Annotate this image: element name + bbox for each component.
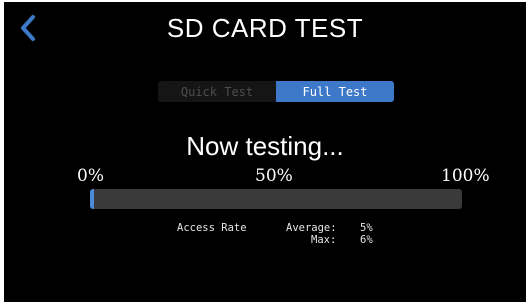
progress-bar-fill xyxy=(90,189,95,209)
progress-bar xyxy=(90,189,462,209)
max-value: 6% xyxy=(360,234,373,246)
quick-test-button[interactable]: Quick Test xyxy=(158,81,276,102)
full-test-button[interactable]: Full Test xyxy=(276,81,394,102)
max-label: Max: xyxy=(311,234,337,246)
page-title: SD CARD TEST xyxy=(166,13,364,43)
access-rate-label: Access Rate xyxy=(177,222,247,234)
test-mode-selector: Quick Test Full Test xyxy=(158,81,394,102)
status-text: Now testing... xyxy=(186,131,344,161)
progress-label-mid: 50% xyxy=(255,166,293,186)
progress-label-start: 0% xyxy=(77,166,104,186)
sd-card-test-screen: SD CARD TEST Quick Test Full Test Now te… xyxy=(4,2,526,302)
average-label: Average: xyxy=(286,222,337,234)
progress-label-end: 100% xyxy=(441,166,490,186)
average-value: 5% xyxy=(360,222,373,234)
